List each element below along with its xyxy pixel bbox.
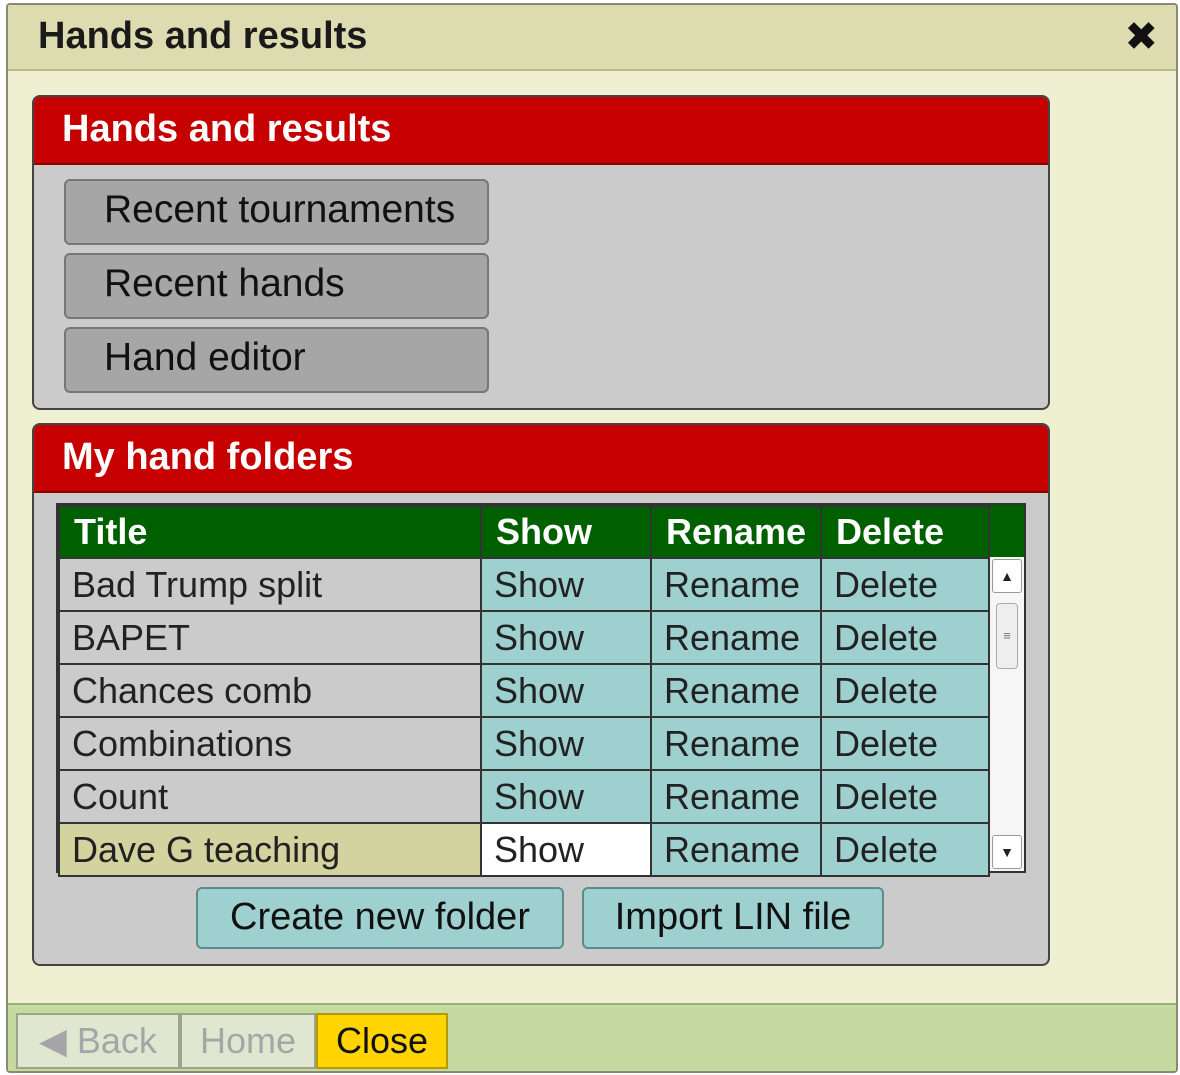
scroll-down-arrow-icon[interactable]: ▼ xyxy=(992,835,1022,869)
folder-title[interactable]: Count xyxy=(58,769,482,824)
delete-button[interactable]: Delete xyxy=(820,716,990,771)
table-row: Combinations Show Rename Delete xyxy=(58,716,990,771)
window-title: Hands and results xyxy=(38,15,368,57)
show-button[interactable]: Show xyxy=(480,610,652,665)
show-button[interactable]: Show xyxy=(480,822,652,877)
title-bar: Hands and results ✖ xyxy=(8,5,1176,71)
recent-tournaments-button[interactable]: Recent tournaments xyxy=(64,179,489,245)
column-header-delete: Delete xyxy=(820,505,990,559)
delete-button[interactable]: Delete xyxy=(820,663,990,718)
folder-title[interactable]: Combinations xyxy=(58,716,482,771)
close-icon[interactable]: ✖ xyxy=(1124,13,1158,61)
folder-title[interactable]: Bad Trump split xyxy=(58,557,482,612)
my-hand-folders-panel: My hand folders Title Show Rename Delete xyxy=(32,423,1050,966)
column-header-title: Title xyxy=(58,505,482,559)
hands-and-results-window: Hands and results ✖ Hands and results Re… xyxy=(6,3,1178,1073)
close-button[interactable]: Close xyxy=(316,1013,448,1069)
footer-nav-bar: ◀ Back Home Close xyxy=(8,1003,1176,1071)
table-row: Count Show Rename Delete xyxy=(58,769,990,824)
show-button[interactable]: Show xyxy=(480,716,652,771)
folder-title[interactable]: BAPET xyxy=(58,610,482,665)
folders-table-container: Title Show Rename Delete Bad Trump split… xyxy=(56,503,1026,877)
table-scrollbar[interactable]: ▲ ≡ ▼ xyxy=(988,557,1024,871)
rename-button[interactable]: Rename xyxy=(650,663,822,718)
table-row: Chances comb Show Rename Delete xyxy=(58,663,990,718)
create-new-folder-button[interactable]: Create new folder xyxy=(196,887,564,949)
header-scroll-spacer xyxy=(988,505,1024,557)
delete-button[interactable]: Delete xyxy=(820,557,990,612)
delete-button[interactable]: Delete xyxy=(820,822,990,877)
folder-title[interactable]: Chances comb xyxy=(58,663,482,718)
home-button[interactable]: Home xyxy=(180,1013,316,1069)
rename-button[interactable]: Rename xyxy=(650,769,822,824)
table-row: BAPET Show Rename Delete xyxy=(58,610,990,665)
rename-button[interactable]: Rename xyxy=(650,822,822,877)
column-header-rename: Rename xyxy=(650,505,822,559)
table-row-selected: Dave G teaching Show Rename Delete xyxy=(58,822,990,877)
column-header-show: Show xyxy=(480,505,652,559)
panel-header-my-hand-folders: My hand folders xyxy=(34,425,1048,493)
show-button[interactable]: Show xyxy=(480,663,652,718)
import-lin-file-button[interactable]: Import LIN file xyxy=(582,887,884,949)
rename-button[interactable]: Rename xyxy=(650,557,822,612)
delete-button[interactable]: Delete xyxy=(820,610,990,665)
panel-header-hands-and-results: Hands and results xyxy=(34,97,1048,165)
scroll-up-arrow-icon[interactable]: ▲ xyxy=(992,559,1022,593)
table-header-row: Title Show Rename Delete xyxy=(58,505,990,559)
show-button[interactable]: Show xyxy=(480,769,652,824)
recent-hands-button[interactable]: Recent hands xyxy=(64,253,489,319)
hands-and-results-panel: Hands and results Recent tournaments Rec… xyxy=(32,95,1050,410)
rename-button[interactable]: Rename xyxy=(650,610,822,665)
folders-table: Title Show Rename Delete Bad Trump split… xyxy=(58,505,990,877)
rename-button[interactable]: Rename xyxy=(650,716,822,771)
back-button[interactable]: ◀ Back xyxy=(16,1013,180,1069)
hand-editor-button[interactable]: Hand editor xyxy=(64,327,489,393)
delete-button[interactable]: Delete xyxy=(820,769,990,824)
scroll-thumb[interactable]: ≡ xyxy=(996,603,1018,669)
folder-title[interactable]: Dave G teaching xyxy=(58,822,482,877)
show-button[interactable]: Show xyxy=(480,557,652,612)
table-row: Bad Trump split Show Rename Delete xyxy=(58,557,990,612)
